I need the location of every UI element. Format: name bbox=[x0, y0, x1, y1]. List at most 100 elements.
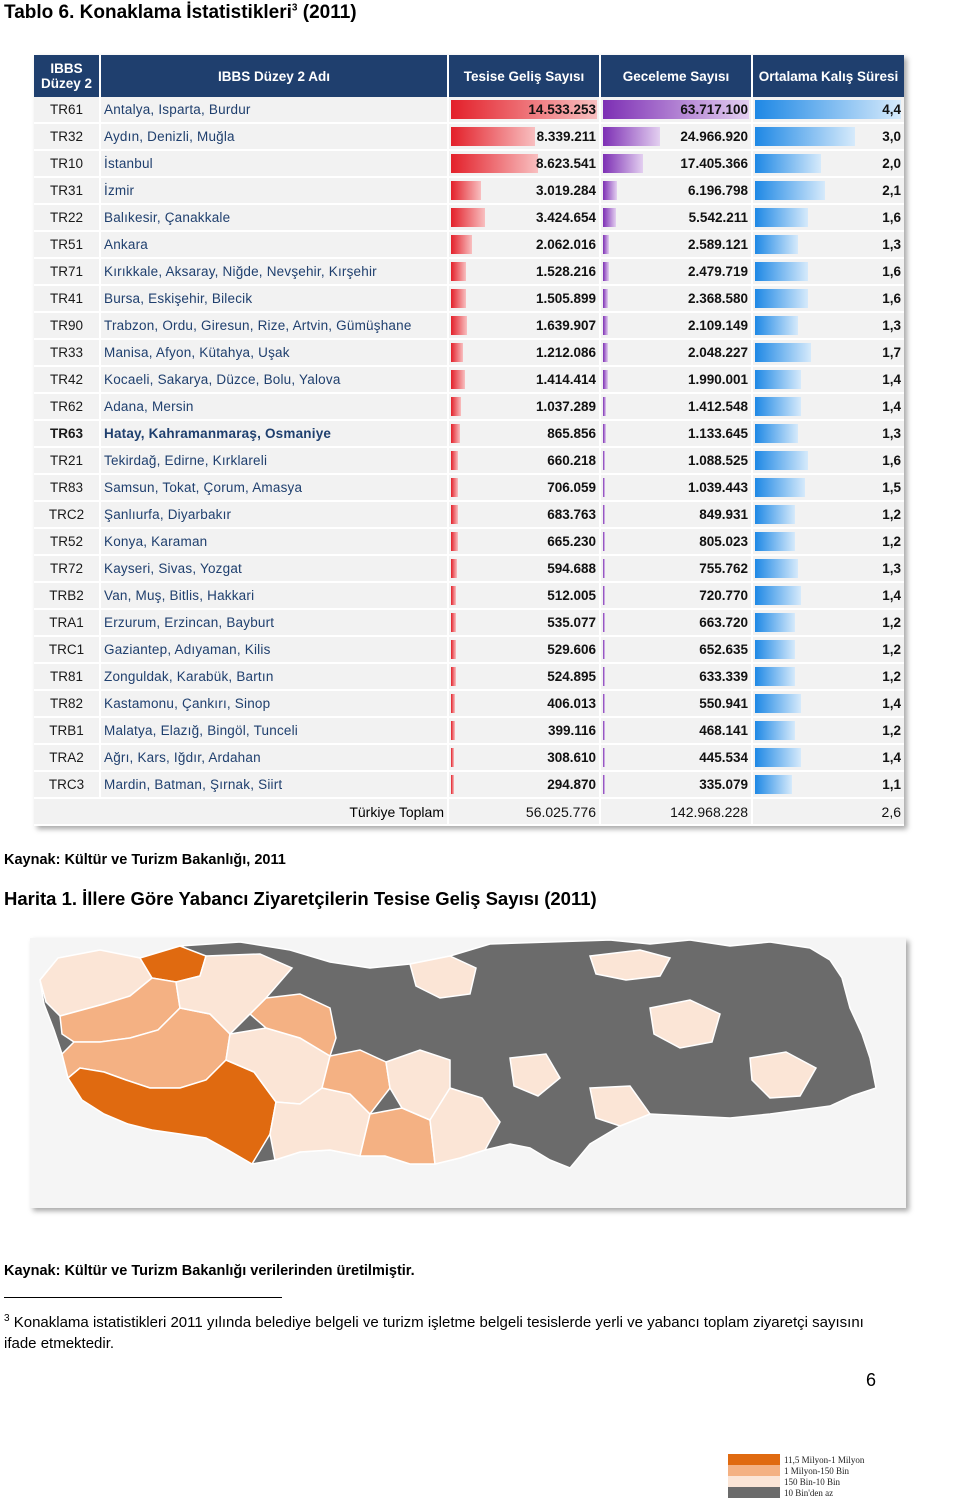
legend-label: 1 Milyon-150 Bin bbox=[784, 1465, 850, 1476]
arrivals-cell-value: 706.059 bbox=[547, 480, 596, 495]
arrivals-cell: 706.059 bbox=[448, 474, 601, 502]
arrivals-cell-value: 524.895 bbox=[547, 669, 596, 684]
region-code: TR71 bbox=[34, 258, 101, 286]
arrivals-cell-bar bbox=[451, 235, 472, 254]
stay-cell: 1,5 bbox=[752, 474, 904, 502]
stay-cell-value: 4,4 bbox=[882, 102, 901, 117]
stay-cell-bar bbox=[755, 694, 802, 713]
nights-cell-value: 6.196.798 bbox=[687, 183, 748, 198]
stay-cell: 1,3 bbox=[752, 555, 904, 583]
table-row: TRB2 Van, Muş, Bitlis, Hakkari 512.005 720.… bbox=[34, 582, 904, 610]
arrivals-cell: 294.870 bbox=[448, 771, 601, 799]
arrivals-cell-value: 1.528.216 bbox=[535, 264, 596, 279]
nights-cell-bar bbox=[603, 289, 609, 308]
stay-cell: 1,4 bbox=[752, 393, 904, 421]
region-code: TR10 bbox=[34, 150, 101, 178]
table-row: TR72 Kayseri, Sivas, Yozgat 594.688 755.762… bbox=[34, 555, 904, 583]
nights-cell-value: 1.412.548 bbox=[687, 399, 748, 414]
arrivals-cell-value: 594.688 bbox=[547, 561, 596, 576]
region-code: TRC3 bbox=[34, 771, 101, 799]
arrivals-cell-value: 8.623.541 bbox=[535, 156, 596, 171]
arrivals-cell-value: 1.639.907 bbox=[535, 318, 596, 333]
arrivals-cell-bar bbox=[451, 127, 535, 146]
stay-cell-bar bbox=[755, 181, 825, 200]
region-code: TR51 bbox=[34, 231, 101, 259]
nights-cell-bar bbox=[603, 613, 605, 632]
arrivals-cell-bar bbox=[451, 424, 460, 443]
nights-cell: 720.770 bbox=[600, 582, 753, 610]
nights-cell: 1.412.548 bbox=[600, 393, 753, 421]
nights-cell-value: 2.368.580 bbox=[687, 291, 748, 306]
nights-cell-bar bbox=[603, 721, 605, 740]
arrivals-cell: 2.062.016 bbox=[448, 231, 601, 259]
region-code: TR61 bbox=[34, 97, 101, 124]
arrivals-cell-value: 294.870 bbox=[547, 777, 596, 792]
arrivals-cell-value: 1.414.414 bbox=[535, 372, 596, 387]
arrivals-cell-bar bbox=[451, 559, 457, 578]
stay-cell-value: 3,0 bbox=[882, 129, 901, 144]
nights-cell: 1.990.001 bbox=[600, 366, 753, 394]
nights-cell: 445.534 bbox=[600, 744, 753, 772]
nights-cell: 17.405.366 bbox=[600, 150, 753, 178]
nights-cell-bar bbox=[603, 127, 661, 146]
region-code: TRC1 bbox=[34, 636, 101, 664]
stay-cell-bar bbox=[755, 586, 802, 605]
stay-cell-bar bbox=[755, 370, 802, 389]
table-row: TRA1 Erzurum, Erzincan, Bayburt 535.077 663… bbox=[34, 609, 904, 637]
nights-cell-value: 652.635 bbox=[699, 642, 748, 657]
nights-cell: 63.717.100 bbox=[600, 97, 753, 124]
legend-label: 10 Bin'den az bbox=[784, 1487, 834, 1498]
arrivals-cell: 683.763 bbox=[448, 501, 601, 529]
stay-cell-bar bbox=[755, 289, 809, 308]
region-code: TR62 bbox=[34, 393, 101, 421]
region-code: TR33 bbox=[34, 339, 101, 367]
nights-cell-value: 1.133.645 bbox=[687, 426, 748, 441]
table-source: Kaynak: Kültür ve Turizm Bakanlığı, 2011 bbox=[4, 852, 286, 868]
arrivals-cell-value: 3.424.654 bbox=[535, 210, 596, 225]
nights-cell-value: 1.088.525 bbox=[687, 453, 748, 468]
header-arrivals: Tesise Geliş Sayısı bbox=[448, 55, 601, 97]
stay-cell-bar bbox=[755, 451, 809, 470]
stay-cell: 1,3 bbox=[752, 312, 904, 340]
stay-cell-bar bbox=[755, 640, 795, 659]
region-code: TR72 bbox=[34, 555, 101, 583]
arrivals-cell-value: 308.610 bbox=[547, 750, 596, 765]
legend-swatch bbox=[728, 1465, 780, 1476]
stay-cell: 1,6 bbox=[752, 447, 904, 475]
nights-cell: 550.941 bbox=[600, 690, 753, 718]
arrivals-cell-value: 14.533.253 bbox=[528, 102, 596, 117]
region-name: Ağrı, Kars, Iğdır, Ardahan bbox=[100, 744, 449, 772]
table-row: TRA2 Ağrı, Kars, Iğdır, Ardahan 308.610 445… bbox=[34, 744, 904, 772]
nights-cell: 2.109.149 bbox=[600, 312, 753, 340]
arrivals-cell: 308.610 bbox=[448, 744, 601, 772]
stay-cell-value: 1,2 bbox=[882, 534, 901, 549]
region-code: TRC2 bbox=[34, 501, 101, 529]
turkey-map: 11,5 Milyon-1 Milyon 1 Milyon-150 Bin 150 … bbox=[30, 938, 906, 1498]
table-row: TRB1 Malatya, Elazığ, Bingöl, Tunceli 399.… bbox=[34, 717, 904, 745]
arrivals-cell: 1.505.899 bbox=[448, 285, 601, 313]
region-light-trabzon bbox=[588, 949, 672, 981]
region-name: Zonguldak, Karabük, Bartın bbox=[100, 663, 449, 691]
stay-cell-value: 2,1 bbox=[882, 183, 901, 198]
nights-cell: 805.023 bbox=[600, 528, 753, 556]
nights-cell-bar bbox=[603, 235, 609, 254]
table-row: TRC2 Şanlıurfa, Diyarbakır 683.763 849.931 1… bbox=[34, 501, 904, 529]
header-nights: Geceleme Sayısı bbox=[600, 55, 753, 97]
arrivals-cell: 1.414.414 bbox=[448, 366, 601, 394]
region-name: Van, Muş, Bitlis, Hakkari bbox=[100, 582, 449, 610]
nights-cell-bar bbox=[603, 343, 608, 362]
region-code: TR82 bbox=[34, 690, 101, 718]
stay-cell-value: 1,3 bbox=[882, 561, 901, 576]
table-row: TR82 Kastamonu, Çankırı, Sinop 406.013 550.… bbox=[34, 690, 904, 718]
stay-cell-bar bbox=[755, 127, 855, 146]
stay-cell: 1,6 bbox=[752, 258, 904, 286]
table-row: TR90 Trabzon, Ordu, Giresun, Rize, Artvin… bbox=[34, 312, 904, 340]
stay-cell-bar bbox=[755, 316, 799, 335]
legend-swatch bbox=[728, 1476, 780, 1487]
stay-cell-value: 1,1 bbox=[882, 777, 901, 792]
stay-cell-bar bbox=[755, 208, 809, 227]
nights-cell-bar bbox=[603, 478, 606, 497]
stay-cell-bar bbox=[755, 667, 795, 686]
region-name: Kocaeli, Sakarya, Düzce, Bolu, Yalova bbox=[100, 366, 449, 394]
arrivals-cell-value: 2.062.016 bbox=[535, 237, 596, 252]
